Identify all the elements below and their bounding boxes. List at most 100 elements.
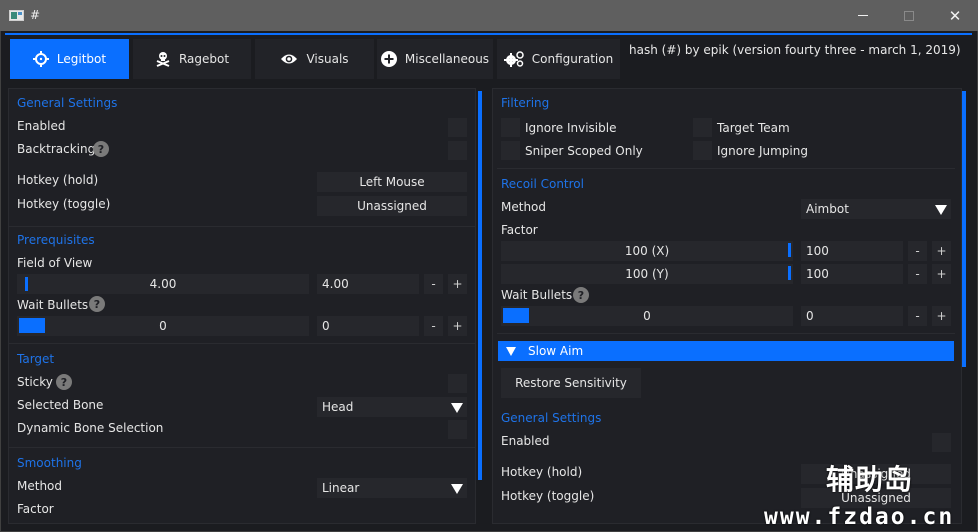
wait-bullets-slider-handle[interactable] [19, 318, 45, 333]
eye-icon [281, 54, 298, 64]
recoil-wait-bullets-handle[interactable] [503, 308, 529, 323]
fov-decrement-button[interactable]: - [424, 274, 443, 294]
wait-bullets-increment-button[interactable]: + [448, 316, 467, 336]
recoil-factor-label: Factor [501, 223, 538, 237]
section-target: Target [17, 352, 55, 366]
fov-label: Field of View [17, 256, 93, 270]
hotkey-hold-button[interactable]: Left Mouse [317, 172, 467, 192]
fov-input[interactable]: 4.00 [317, 274, 419, 294]
recoil-factor-x-input[interactable]: 100 [801, 241, 903, 261]
minimize-icon [858, 15, 868, 16]
tab-visuals[interactable]: Visuals [255, 39, 374, 79]
help-icon[interactable]: ? [573, 287, 589, 303]
enabled-label: Enabled [17, 119, 66, 133]
smoothing-method-label: Method [17, 479, 63, 493]
recoil-factor-y-handle[interactable] [788, 266, 791, 280]
fov-increment-button[interactable]: + [448, 274, 467, 294]
watermark-chinese-text: 辅助岛 [826, 463, 914, 496]
selected-bone-dropdown[interactable]: Head [317, 397, 467, 417]
recoil-wait-bullets-increment-button[interactable]: + [932, 306, 951, 326]
cogs-icon [503, 51, 524, 67]
left-scrollbar[interactable] [478, 91, 482, 480]
recoil-method-label: Method [501, 200, 547, 214]
restore-sensitivity-button[interactable]: Restore Sensitivity [501, 368, 641, 398]
tab-ragebot[interactable]: Ragebot [133, 39, 251, 79]
divider [9, 343, 475, 344]
ignore-jumping-checkbox[interactable] [693, 141, 712, 160]
recoil-factor-x-decrement-button[interactable]: - [908, 241, 927, 261]
section-filtering: Filtering [501, 96, 550, 110]
smoothing-method-dropdown[interactable]: Linear [317, 478, 467, 498]
close-icon: ✕ [948, 6, 962, 25]
wait-bullets-input[interactable]: 0 [317, 316, 419, 336]
recoil-wait-bullets-slider[interactable]: 0 [501, 306, 793, 326]
wait-bullets-decrement-button[interactable]: - [424, 316, 443, 336]
tab-label: Ragebot [178, 52, 230, 66]
smoothing-factor-label: Factor [17, 502, 54, 516]
backtracking-label: Backtracking [17, 142, 96, 156]
section-slow-aim-general: General Settings [501, 411, 602, 425]
hotkey-toggle-button[interactable]: Unassigned [317, 196, 467, 216]
smoothing-method-value: Linear [322, 481, 360, 495]
tab-label: Visuals [306, 52, 349, 66]
recoil-factor-y-increment-button[interactable]: + [932, 264, 951, 284]
help-icon[interactable]: ? [56, 374, 72, 390]
hotkey-toggle-label: Hotkey (toggle) [17, 197, 111, 211]
tab-legitbot[interactable]: Legitbot [10, 39, 129, 79]
right-scrollbar[interactable] [962, 91, 966, 367]
recoil-method-dropdown[interactable]: Aimbot [801, 199, 951, 219]
sticky-label: Sticky [17, 375, 53, 389]
divider [9, 447, 475, 448]
maximize-button[interactable] [886, 0, 932, 31]
ignore-invisible-checkbox[interactable] [501, 118, 520, 137]
fov-slider-handle[interactable] [25, 277, 28, 291]
version-text: hash (#) by epik (version fourty three -… [629, 43, 961, 57]
tab-configuration[interactable]: Configuration [497, 39, 620, 79]
chevron-down-icon [935, 205, 947, 215]
section-smoothing: Smoothing [17, 456, 82, 470]
chevron-down-icon [451, 484, 463, 494]
slow-aim-title: Slow Aim [528, 344, 584, 358]
minimize-button[interactable] [840, 0, 886, 31]
target-team-label: Target Team [717, 121, 790, 135]
watermark-url: www.fzdao.cn [764, 504, 955, 530]
help-icon[interactable]: ? [93, 141, 109, 157]
slow-aim-header[interactable]: Slow Aim [498, 341, 954, 361]
wait-bullets-label: Wait Bullets [17, 298, 89, 312]
recoil-factor-x-increment-button[interactable]: + [932, 241, 951, 261]
recoil-factor-x-handle[interactable] [788, 243, 791, 257]
fov-slider[interactable]: 4.00 [17, 274, 309, 294]
section-recoil-control: Recoil Control [501, 177, 584, 191]
maximize-icon [904, 10, 914, 21]
section-general-settings: General Settings [17, 96, 118, 110]
recoil-factor-y-decrement-button[interactable]: - [908, 264, 927, 284]
wait-bullets-slider[interactable]: 0 [17, 316, 309, 336]
tab-miscellaneous[interactable]: Miscellaneous [377, 39, 493, 79]
tab-label: Miscellaneous [404, 52, 490, 66]
enabled-checkbox[interactable] [448, 118, 467, 137]
dynamic-bone-checkbox[interactable] [448, 420, 467, 439]
sniper-scoped-only-checkbox[interactable] [501, 141, 520, 160]
hotkey-hold-label: Hotkey (hold) [17, 173, 99, 187]
tab-label: Configuration [531, 52, 614, 66]
divider [9, 226, 475, 227]
recoil-factor-x-slider[interactable]: 100 (X) [501, 241, 793, 261]
close-button[interactable]: ✕ [932, 0, 978, 31]
backtracking-checkbox[interactable] [448, 141, 467, 160]
target-team-checkbox[interactable] [693, 118, 712, 137]
help-icon[interactable]: ? [89, 296, 105, 312]
slow-aim-enabled-checkbox[interactable] [932, 433, 951, 452]
chevron-down-icon [451, 403, 463, 413]
recoil-factor-y-slider[interactable]: 100 (Y) [501, 264, 793, 284]
recoil-wait-bullets-decrement-button[interactable]: - [908, 306, 927, 326]
recoil-factor-y-input[interactable]: 100 [801, 264, 903, 284]
ignore-jumping-label: Ignore Jumping [717, 144, 808, 158]
sniper-scoped-only-label: Sniper Scoped Only [525, 144, 643, 158]
divider [497, 168, 955, 169]
sticky-checkbox[interactable] [448, 374, 467, 393]
selected-bone-label: Selected Bone [17, 398, 104, 412]
ignore-invisible-label: Ignore Invisible [525, 121, 617, 135]
window-title: # [30, 8, 41, 22]
recoil-wait-bullets-input[interactable]: 0 [801, 306, 903, 326]
divider [497, 333, 955, 334]
